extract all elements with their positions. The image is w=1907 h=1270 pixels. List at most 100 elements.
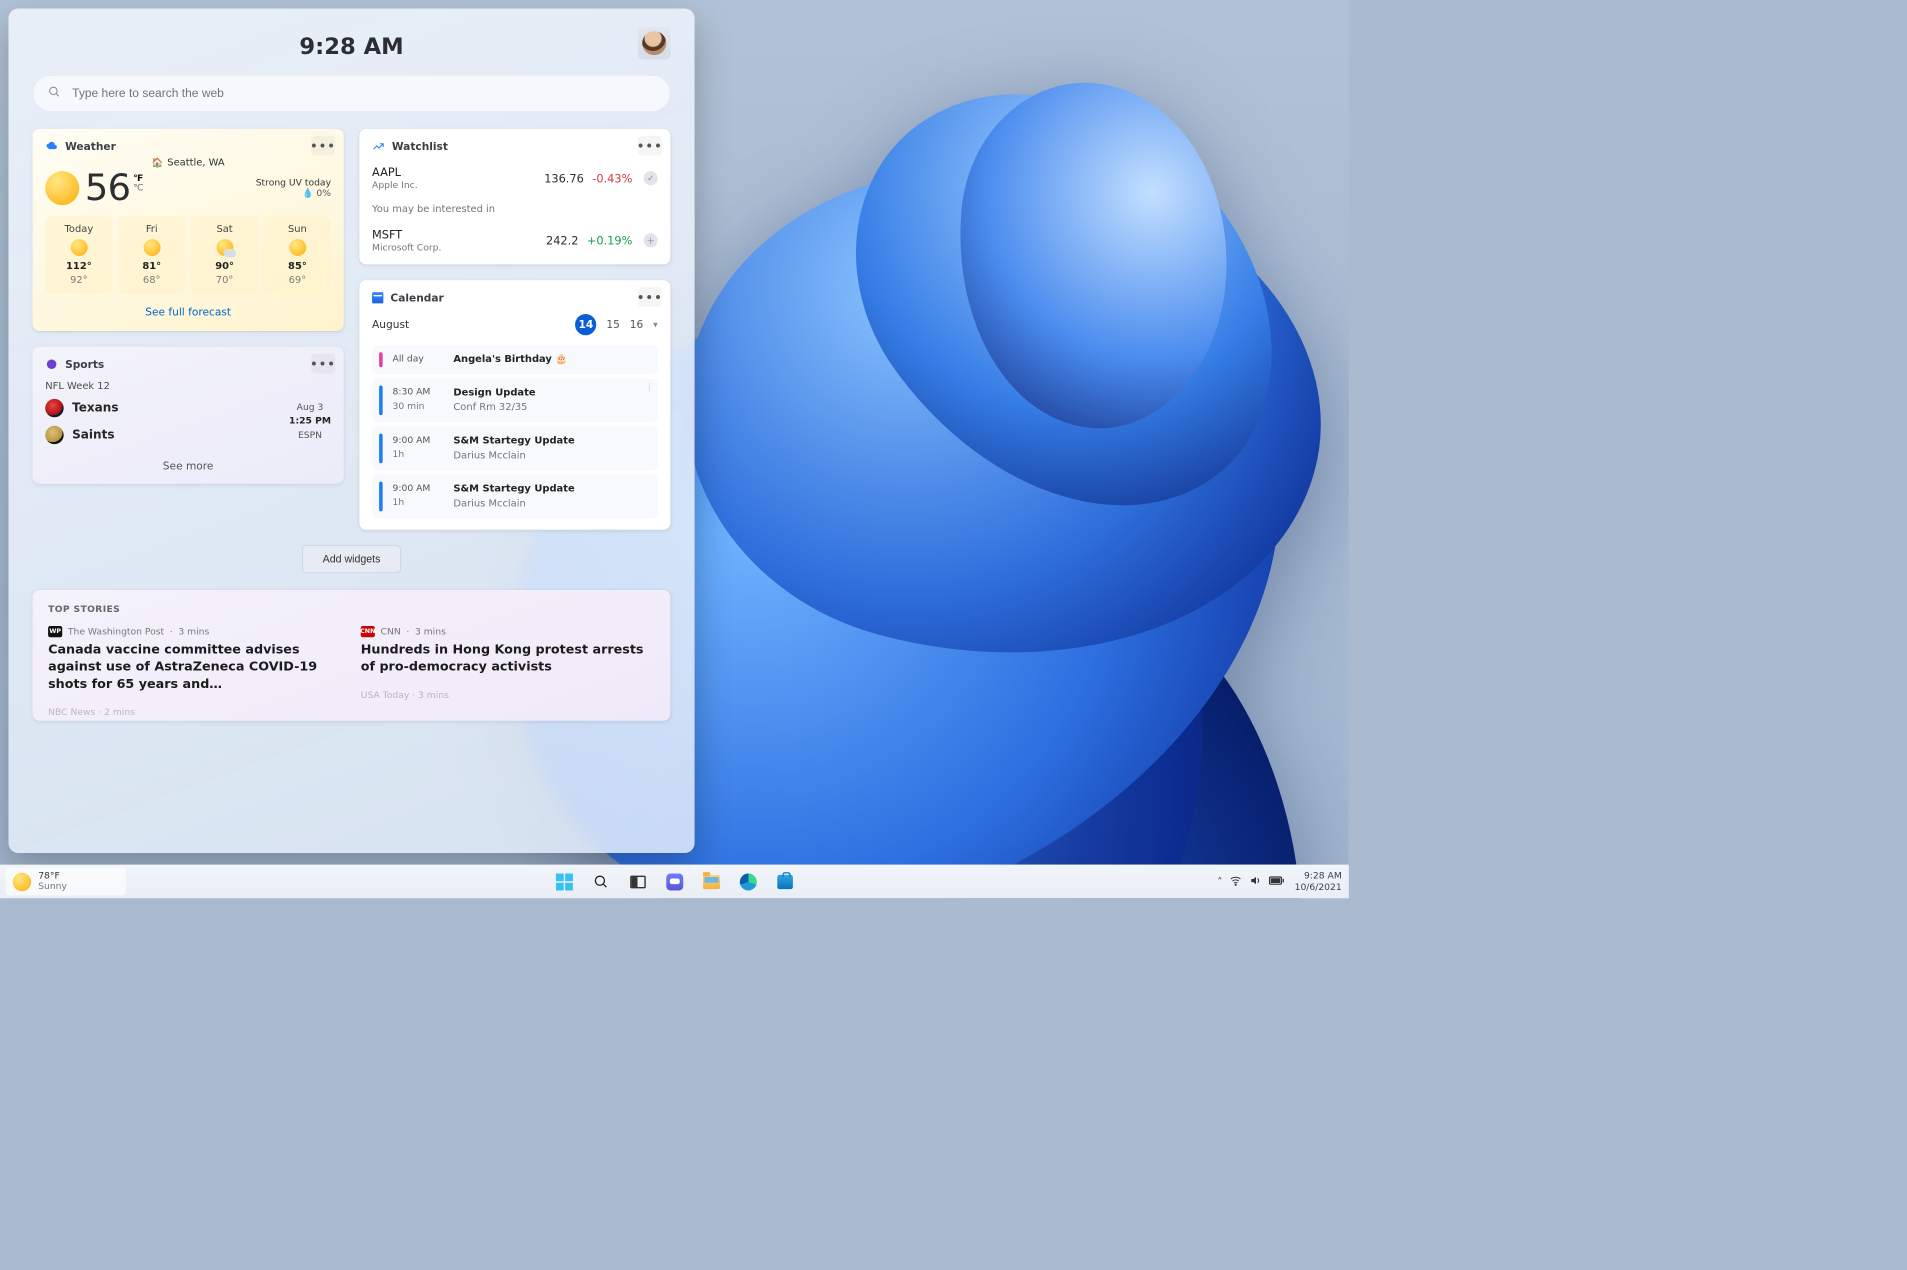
store-icon — [777, 875, 793, 889]
sports-widget[interactable]: Sports ••• NFL Week 12 Texans Saints — [33, 347, 344, 484]
taskbar-clock[interactable]: 9:28 AM 10/6/2021 — [1295, 871, 1342, 893]
chevron-up-icon[interactable]: ˄ — [1217, 875, 1222, 888]
calendar-event[interactable]: 9:00 AM1h S&M Startegy UpdateDarius Mccl… — [372, 427, 658, 471]
widget-title: Sports — [65, 358, 104, 371]
sun-icon — [13, 872, 31, 890]
check-icon: ✓ — [644, 171, 658, 185]
chat-icon — [666, 873, 683, 890]
folder-icon — [703, 875, 720, 889]
sun-icon — [45, 171, 79, 205]
news-source: CNN — [381, 626, 401, 637]
match-time: Aug 3 1:25 PM ESPN — [289, 401, 331, 442]
task-view-button[interactable] — [622, 868, 653, 896]
calendar-date-selected[interactable]: 14 — [575, 314, 596, 335]
watchlist-row[interactable]: MSFTMicrosoft Corp. 242.2+0.19%＋ — [372, 228, 658, 253]
weather-location: Seattle, WA — [167, 157, 224, 168]
weather-precip: 0% — [316, 188, 331, 199]
forecast-day[interactable]: Fri 81°68° — [118, 216, 185, 294]
taskbar-search-button[interactable] — [585, 868, 616, 896]
widget-title: Calendar — [390, 291, 443, 304]
task-view-icon — [630, 875, 646, 888]
widgets-panel: 9:28 AM Weather ••• 🏠 Seattle, WA — [8, 8, 694, 853]
news-item[interactable]: WP The Washington Post · 3 mins Canada v… — [48, 626, 342, 718]
event-color-bar — [379, 385, 383, 415]
sports-subtitle: NFL Week 12 — [45, 381, 331, 392]
forecast-day[interactable]: Sun 85°69° — [264, 216, 331, 294]
calendar-icon — [372, 292, 383, 303]
more-button[interactable]: ••• — [311, 136, 335, 156]
search-input[interactable] — [71, 86, 655, 102]
calendar-event[interactable]: 8:30 AM30 min Design UpdateConf Rm 32/35… — [372, 378, 658, 422]
event-color-bar — [379, 482, 383, 512]
calendar-widget[interactable]: Calendar ••• August 14 15 16 ▾ — [359, 280, 670, 530]
top-stories-section: TOP STORIES WP The Washington Post · 3 m… — [33, 590, 671, 721]
calendar-date[interactable]: 15 — [606, 318, 620, 331]
panel-clock: 9:28 AM — [299, 33, 403, 60]
taskbar-condition: Sunny — [38, 882, 67, 893]
taskbar-temp: 78°F — [38, 871, 67, 882]
volume-icon[interactable] — [1249, 874, 1262, 890]
calendar-event[interactable]: All day Angela's Birthday 🎂 — [372, 345, 658, 374]
windows-logo-icon — [556, 873, 573, 890]
team-row[interactable]: Texans — [45, 399, 118, 417]
forecast-day[interactable]: Sat 90°70° — [191, 216, 258, 294]
news-headline: Canada vaccine committee advises against… — [48, 642, 342, 694]
chevron-down-icon[interactable]: ▾ — [653, 319, 658, 330]
see-more-link[interactable]: See more — [45, 460, 331, 473]
see-full-forecast-link[interactable]: See full forecast — [45, 306, 331, 319]
calendar-month: August — [372, 318, 409, 331]
unit-c[interactable]: °C — [133, 183, 143, 192]
weather-widget[interactable]: Weather ••• 🏠 Seattle, WA 56 °F °C — [33, 129, 344, 331]
watchlist-widget[interactable]: Watchlist ••• AAPLApple Inc. 136.76-0.43… — [359, 129, 670, 265]
event-color-bar — [379, 352, 383, 367]
system-tray[interactable]: ˄ — [1217, 874, 1285, 890]
event-color-bar — [379, 434, 383, 464]
more-button[interactable]: ••• — [311, 354, 335, 374]
battery-icon[interactable] — [1269, 875, 1285, 888]
sports-icon — [45, 358, 58, 371]
chart-up-icon — [372, 140, 385, 153]
add-icon[interactable]: ＋ — [644, 233, 658, 247]
calendar-date-picker[interactable]: 14 15 16 ▾ — [575, 314, 658, 335]
team-logo-icon — [45, 426, 63, 444]
news-more: USA Today · 3 mins — [361, 690, 655, 701]
more-button[interactable]: ••• — [638, 136, 662, 156]
weather-icon — [45, 140, 58, 153]
watchlist-note: You may be interested in — [372, 204, 658, 215]
weather-temp: 56 °F °C — [85, 170, 143, 207]
sun-icon — [70, 239, 87, 256]
drag-handle-icon[interactable]: ⋮⋮ — [646, 385, 654, 391]
partly-cloudy-icon — [216, 239, 233, 256]
widget-title: Watchlist — [392, 140, 448, 153]
add-widgets-button[interactable]: Add widgets — [302, 545, 401, 573]
team-row[interactable]: Saints — [45, 426, 118, 444]
news-source: The Washington Post — [68, 626, 164, 637]
chat-button[interactable] — [659, 868, 690, 896]
calendar-event[interactable]: 9:00 AM1h S&M Startegy UpdateDarius Mccl… — [372, 475, 658, 519]
sun-icon — [289, 239, 306, 256]
taskbar: 78°F Sunny ˄ — [0, 864, 1349, 898]
edge-button[interactable] — [732, 868, 763, 896]
news-item[interactable]: CNN CNN · 3 mins Hundreds in Hong Kong p… — [361, 626, 655, 718]
team-logo-icon — [45, 399, 63, 417]
calendar-date[interactable]: 16 — [630, 318, 644, 331]
sun-icon — [143, 239, 160, 256]
edge-icon — [739, 873, 756, 890]
search-icon — [48, 86, 61, 102]
forecast-day[interactable]: Today 112°92° — [45, 216, 112, 294]
search-bar[interactable] — [33, 75, 671, 112]
watchlist-row[interactable]: AAPLApple Inc. 136.76-0.43%✓ — [372, 166, 658, 191]
more-button[interactable]: ••• — [638, 287, 662, 307]
taskbar-weather[interactable]: 78°F Sunny — [6, 868, 126, 896]
forecast-row: Today 112°92° Fri 81°68° Sat 90°70° Su — [45, 216, 331, 294]
store-button[interactable] — [769, 868, 800, 896]
news-age: 3 mins — [178, 626, 209, 637]
profile-avatar[interactable] — [638, 27, 671, 60]
drop-icon: 💧 — [302, 188, 313, 199]
home-icon: 🏠 — [152, 157, 163, 168]
start-button[interactable] — [549, 868, 580, 896]
file-explorer-button[interactable] — [696, 868, 727, 896]
source-badge-icon: CNN — [361, 626, 375, 637]
news-headline: Hundreds in Hong Kong protest arrests of… — [361, 642, 655, 676]
wifi-icon[interactable] — [1230, 874, 1243, 890]
